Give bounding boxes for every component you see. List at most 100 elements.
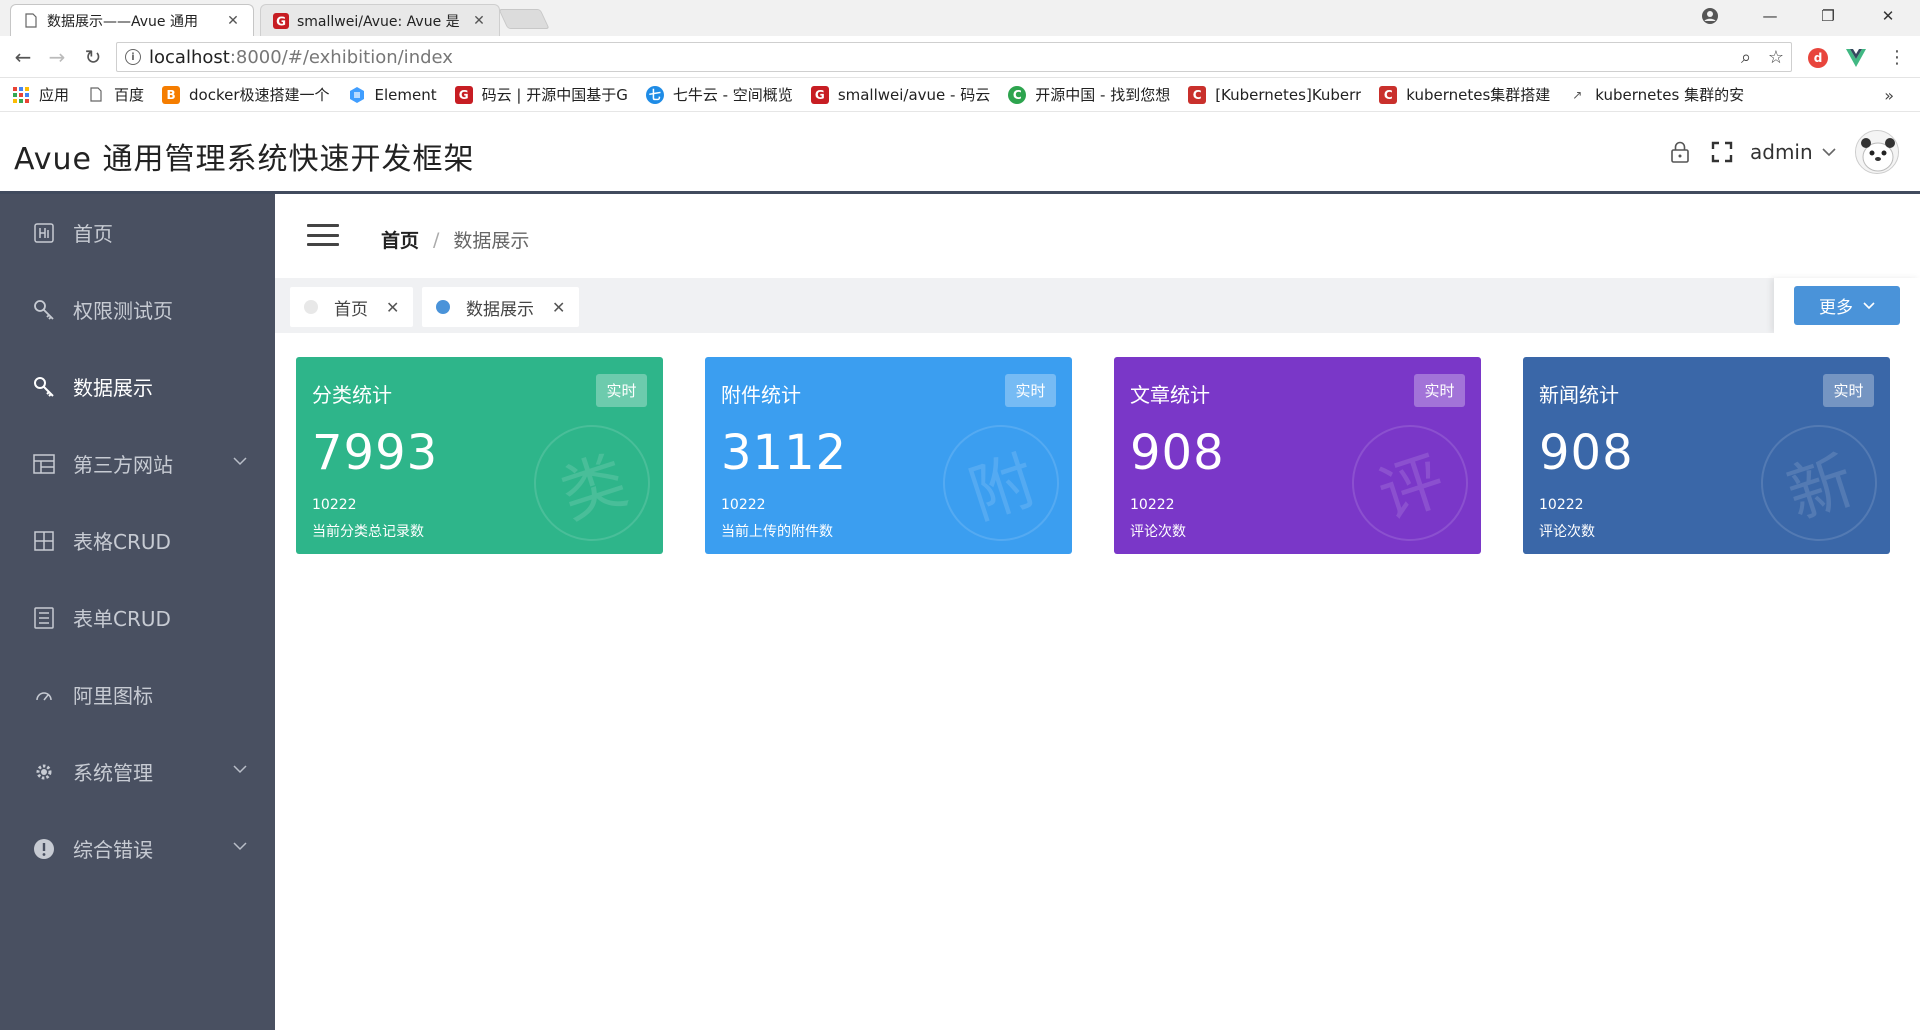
lock-icon[interactable] (1668, 140, 1692, 164)
chevron-down-icon (233, 451, 247, 470)
sidebar-item-system-management[interactable]: 系统管理 (0, 733, 275, 810)
sidebar-item-label: 表格CRUD (73, 530, 171, 554)
card-subvalue: 10222 (721, 497, 766, 513)
sidebar-item-label: 系统管理 (73, 761, 153, 785)
sidebar-item-ali-icons[interactable]: 阿里图标 (0, 656, 275, 733)
table-icon (32, 529, 56, 553)
chevron-down-icon (233, 836, 247, 855)
bookmark-oschina[interactable]: C 开源中国 - 找到您想 (1008, 84, 1170, 105)
sidebar-item-errors[interactable]: 综合错误 (0, 810, 275, 887)
menu-toggle-icon[interactable] (307, 224, 339, 246)
bookmark-kubernetes-2[interactable]: C kubernetes集群搭建 (1379, 84, 1550, 105)
sidebar-item-label: 首页 (73, 222, 113, 246)
browser-tab-active[interactable]: 数据展示——Avue 通用 ✕ (10, 4, 254, 36)
card-description: 当前上传的附件数 (721, 524, 833, 540)
card-watermark: 评 (1336, 409, 1481, 554)
bookmark-smallwei-avue[interactable]: G smallwei/avue - 码云 (810, 84, 990, 105)
gitee-icon: G (454, 85, 473, 104)
sidebar-item-label: 数据展示 (73, 376, 153, 400)
sidebar-item-data-exhibition[interactable]: 数据展示 (0, 348, 275, 425)
speed-icon (32, 683, 56, 707)
bookmark-baidu[interactable]: 百度 (87, 84, 144, 105)
close-icon[interactable]: ✕ (552, 298, 565, 317)
card-description: 当前分类总记录数 (312, 524, 424, 540)
card-title: 新闻统计 (1539, 383, 1619, 407)
forward-icon[interactable]: → (44, 44, 70, 70)
chevron-down-icon (233, 759, 247, 778)
window-close-icon[interactable]: ✕ (1860, 0, 1916, 32)
card-description: 评论次数 (1539, 524, 1595, 540)
bookmark-kubernetes-3[interactable]: ↗ kubernetes 集群的安 (1568, 84, 1744, 105)
bookmark-docker[interactable]: B docker极速搭建一个 (162, 84, 330, 105)
gear-icon (32, 760, 56, 784)
app-title: Avue 通用管理系统快速开发框架 (14, 142, 475, 177)
sidebar-item-table-crud[interactable]: 表格CRUD (0, 502, 275, 579)
stat-card-category: 分类统计 实时 7993 10222 当前分类总记录数 类 (296, 357, 663, 554)
info-icon[interactable]: i (125, 49, 141, 65)
sidebar-item-third-party[interactable]: 第三方网站 (0, 425, 275, 502)
fullscreen-icon[interactable] (1710, 140, 1734, 164)
breadcrumb-separator: / (433, 228, 440, 251)
sidebar-item-permission-test[interactable]: 权限测试页 (0, 271, 275, 348)
bookmark-qiniu[interactable]: 七 七牛云 - 空间概览 (645, 84, 793, 105)
back-icon[interactable]: ← (10, 44, 36, 70)
new-tab-button[interactable] (498, 9, 550, 29)
close-icon[interactable]: ✕ (471, 13, 487, 29)
csdn-icon: C (1188, 85, 1207, 104)
tag-home[interactable]: 首页 ✕ (290, 287, 414, 327)
realtime-badge: 实时 (596, 374, 647, 407)
chevron-down-icon[interactable] (1822, 142, 1836, 161)
stat-card-attachment: 附件统计 实时 3112 10222 当前上传的附件数 附 (705, 357, 1072, 554)
svg-text:G: G (276, 14, 286, 28)
chevron-down-icon (1863, 298, 1875, 314)
app-header: Avue 通用管理系统快速开发框架 admin (0, 112, 1920, 194)
extension-icon[interactable]: d (1808, 48, 1828, 68)
oschina-icon: C (1008, 85, 1027, 104)
tag-status-dot (304, 300, 318, 314)
close-icon[interactable]: ✕ (386, 298, 399, 317)
qiniu-icon: 七 (645, 85, 664, 104)
bookmark-kubernetes-1[interactable]: C [Kubernetes]Kuberr (1188, 85, 1361, 104)
sidebar: 首页 权限测试页 数据展示 第三方网站 表格CRUD 表单CRUD 阿里图标 系… (0, 194, 275, 1030)
breadcrumb-home[interactable]: 首页 (381, 226, 419, 253)
address-bar: ← → ↻ i localhost:8000/#/exhibition/inde… (0, 36, 1920, 78)
bookmark-element[interactable]: Element (348, 86, 437, 104)
bookmark-apps[interactable]: 应用 (12, 84, 69, 105)
minimize-icon[interactable]: — (1742, 0, 1798, 32)
sidebar-item-label: 阿里图标 (73, 684, 153, 708)
stat-card-article: 文章统计 实时 908 10222 评论次数 评 (1114, 357, 1481, 554)
tag-data-exhibition[interactable]: 数据展示 ✕ (422, 287, 580, 327)
restore-icon[interactable]: ❐ (1800, 0, 1856, 32)
browser-tab-strip: 数据展示——Avue 通用 ✕ G smallwei/Avue: Avue 是 … (0, 0, 1920, 36)
vue-devtools-icon[interactable] (1846, 48, 1866, 68)
sidebar-item-form-crud[interactable]: 表单CRUD (0, 579, 275, 656)
apps-grid-icon (12, 86, 30, 104)
realtime-badge: 实时 (1414, 374, 1465, 407)
browser-tab[interactable]: G smallwei/Avue: Avue 是 ✕ (260, 4, 500, 36)
card-title: 附件统计 (721, 383, 801, 407)
bookmark-star-icon[interactable]: ☆ (1761, 47, 1791, 68)
gitee-icon: G (810, 85, 829, 104)
more-button[interactable]: 更多 (1794, 286, 1900, 325)
card-value: 7993 (312, 425, 439, 481)
url-input[interactable]: i localhost:8000/#/exhibition/index ⌕ ☆ (116, 42, 1792, 72)
close-icon[interactable]: ✕ (225, 13, 241, 29)
account-icon[interactable] (1682, 0, 1738, 32)
tag-status-dot (436, 300, 450, 314)
avatar[interactable] (1855, 130, 1899, 174)
gitee-icon: G (273, 12, 289, 29)
zoom-icon[interactable]: ⌕ (1731, 47, 1761, 68)
sidebar-item-home[interactable]: 首页 (0, 194, 275, 271)
browser-menu-icon[interactable]: ⋮ (1884, 44, 1910, 70)
sidebar-item-label: 综合错误 (73, 838, 153, 862)
username[interactable]: admin (1750, 140, 1813, 164)
reload-icon[interactable]: ↻ (80, 44, 106, 70)
link-icon: ↗ (1572, 87, 1583, 102)
bookmark-gitee[interactable]: G 码云 | 开源中国基于G (454, 84, 628, 105)
bookmarks-bar: 应用 百度 B docker极速搭建一个 Element G 码云 | 开源中国… (0, 78, 1920, 112)
home-icon (32, 221, 56, 245)
card-subvalue: 10222 (1539, 497, 1584, 513)
more-bookmarks-icon[interactable]: » (1884, 86, 1894, 105)
stat-card-news: 新闻统计 实时 908 10222 评论次数 新 (1523, 357, 1890, 554)
page-icon (87, 86, 105, 104)
